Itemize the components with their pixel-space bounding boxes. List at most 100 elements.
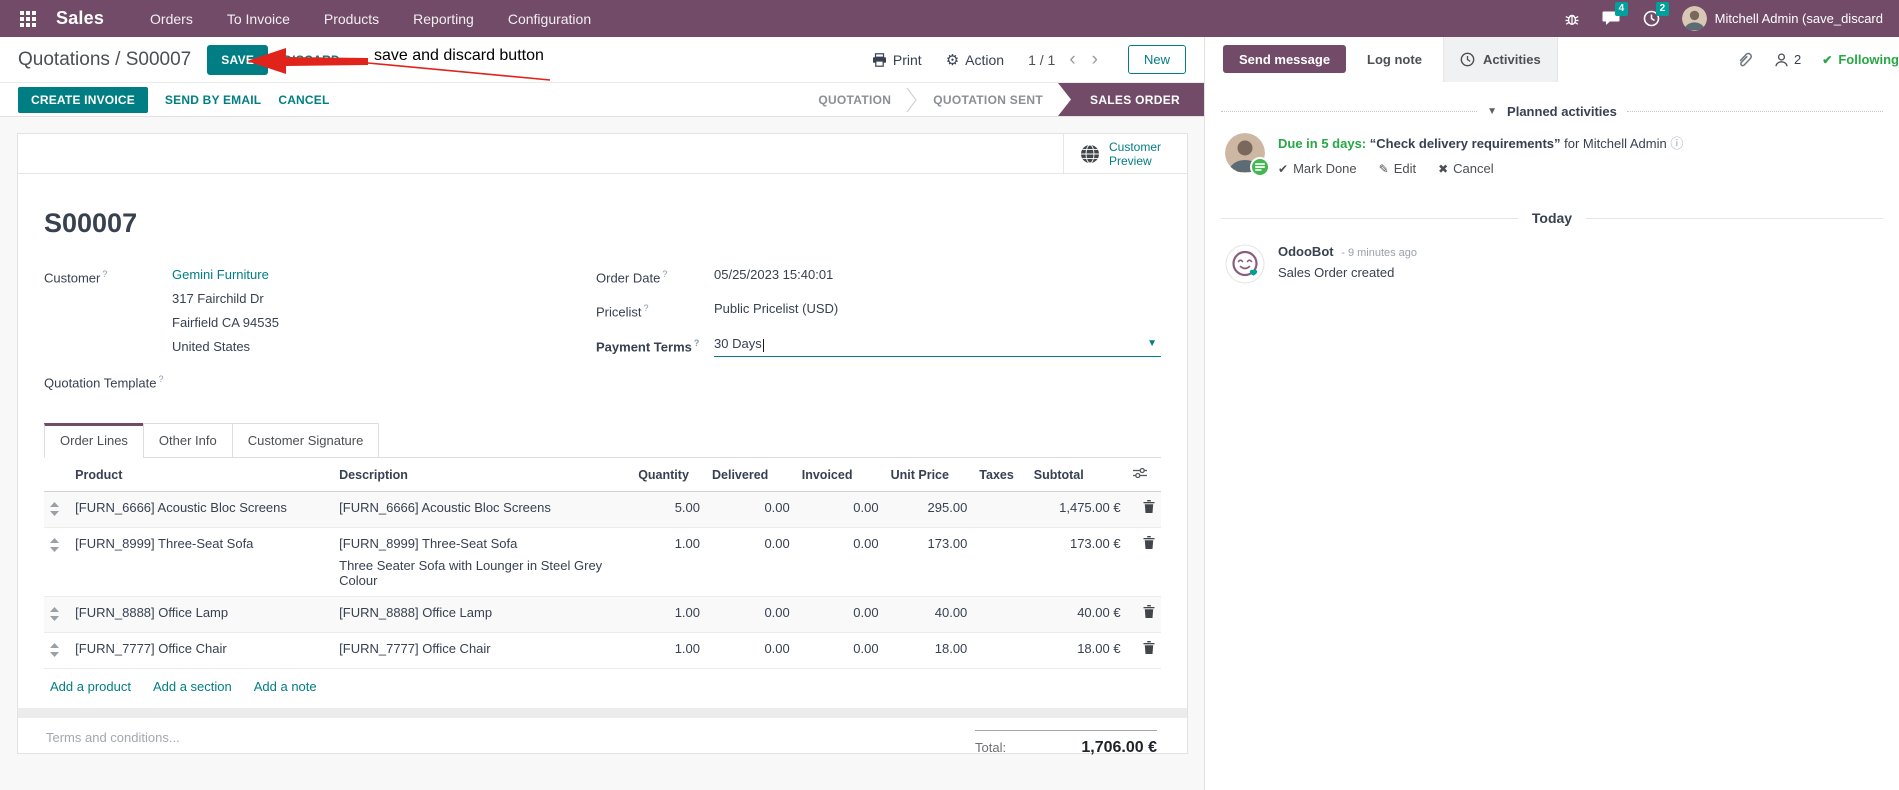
unit-price-cell[interactable]: 18.00: [885, 633, 974, 669]
table-row[interactable]: [FURN_6666] Acoustic Bloc Screens [FURN_…: [44, 491, 1161, 528]
app-name[interactable]: Sales: [56, 8, 104, 29]
delete-row-icon[interactable]: [1143, 500, 1155, 514]
attach-files-button[interactable]: [1737, 51, 1753, 68]
delete-row-icon[interactable]: [1143, 641, 1155, 655]
state-sales-order[interactable]: SALES ORDER: [1058, 83, 1204, 116]
breadcrumb[interactable]: Quotations / S00007: [18, 49, 191, 71]
delete-row-icon[interactable]: [1143, 536, 1155, 550]
delete-row-icon[interactable]: [1143, 605, 1155, 619]
tab-other-info[interactable]: Other Info: [142, 423, 233, 459]
add-a-product-link[interactable]: Add a product: [50, 679, 131, 694]
invoiced-cell[interactable]: 0.00: [796, 528, 885, 597]
description-cell[interactable]: [FURN_8888] Office Lamp: [333, 597, 632, 633]
invoiced-cell[interactable]: 0.00: [796, 633, 885, 669]
address-line-3[interactable]: United States: [172, 338, 279, 355]
cancel-button[interactable]: CANCEL: [278, 93, 329, 107]
add-a-note-link[interactable]: Add a note: [254, 679, 317, 694]
quantity-cell[interactable]: 1.00: [632, 528, 706, 597]
delivered-cell[interactable]: 0.00: [706, 597, 796, 633]
add-a-section-link[interactable]: Add a section: [153, 679, 232, 694]
delivered-cell[interactable]: 0.00: [706, 492, 796, 528]
cancel-activity-button[interactable]: ✖ Cancel: [1438, 161, 1494, 176]
print-button[interactable]: Print: [872, 52, 922, 68]
invoiced-cell[interactable]: 0.00: [796, 492, 885, 528]
activities-tab-button[interactable]: Activities: [1442, 37, 1558, 82]
payment-terms-input[interactable]: 30 Days ▼: [714, 335, 1161, 357]
unit-price-cell[interactable]: 40.00: [885, 597, 974, 633]
drag-handle-icon[interactable]: [50, 538, 59, 553]
pager-next-icon[interactable]: ›: [1090, 50, 1100, 69]
state-quotation-sent[interactable]: QUOTATION SENT: [918, 83, 1058, 116]
menu-reporting[interactable]: Reporting: [411, 7, 476, 31]
description-cell[interactable]: [FURN_7777] Office Chair: [333, 633, 632, 669]
user-menu[interactable]: Mitchell Admin (save_discard: [1681, 6, 1883, 31]
description-cell[interactable]: [FURN_8999] Three-Seat Sofa Three Seater…: [333, 528, 632, 597]
taxes-cell[interactable]: [973, 528, 1027, 597]
table-row[interactable]: [FURN_8888] Office Lamp [FURN_8888] Offi…: [44, 596, 1161, 633]
table-row[interactable]: [FURN_8999] Three-Seat Sofa [FURN_8999] …: [44, 528, 1161, 597]
quotation-template-field[interactable]: Quotation Template?: [44, 371, 596, 391]
unit-price-cell[interactable]: 173.00: [885, 528, 974, 597]
info-icon[interactable]: ⓘ: [1670, 133, 1683, 152]
action-button[interactable]: ⚙ Action: [946, 51, 1004, 69]
dropdown-caret-icon[interactable]: ▼: [1147, 335, 1161, 352]
tab-customer-signature[interactable]: Customer Signature: [231, 423, 380, 459]
edit-activity-button[interactable]: ✎ Edit: [1379, 161, 1416, 176]
description-cell[interactable]: [FURN_6666] Acoustic Bloc Screens: [333, 492, 632, 528]
product-cell[interactable]: [FURN_6666] Acoustic Bloc Screens: [69, 492, 333, 528]
help-marker: ?: [102, 269, 108, 279]
debug-bug-icon[interactable]: [1564, 11, 1580, 27]
menu-orders[interactable]: Orders: [148, 7, 195, 31]
send-by-email-button[interactable]: SEND BY EMAIL: [165, 93, 261, 107]
apps-menu-icon[interactable]: [16, 7, 40, 31]
menu-to-invoice[interactable]: To Invoice: [225, 7, 292, 31]
optional-columns-icon[interactable]: [1132, 467, 1147, 479]
followers-button[interactable]: 2: [1774, 52, 1801, 68]
menu-configuration[interactable]: Configuration: [506, 7, 593, 31]
customer-link[interactable]: Gemini Furniture: [172, 267, 269, 282]
tab-order-lines[interactable]: Order Lines: [44, 423, 144, 459]
taxes-cell[interactable]: [973, 633, 1027, 669]
menu-products[interactable]: Products: [322, 7, 381, 31]
address-line-2[interactable]: Fairfield CA 94535: [172, 314, 279, 331]
following-button[interactable]: ✔ Following: [1822, 52, 1899, 67]
invoiced-cell[interactable]: 0.00: [796, 597, 885, 633]
discard-button[interactable]: DISCARD: [283, 53, 340, 67]
new-button[interactable]: New: [1127, 45, 1186, 74]
save-button[interactable]: SAVE: [207, 44, 269, 75]
customer-label: Customer?: [44, 269, 108, 286]
drag-handle-icon[interactable]: [50, 502, 59, 517]
order-date-value[interactable]: 05/25/2023 15:40:01: [714, 266, 833, 286]
send-message-button[interactable]: Send message: [1223, 45, 1347, 73]
mark-done-button[interactable]: ✔ Mark Done: [1278, 161, 1357, 176]
state-quotation[interactable]: QUOTATION: [803, 83, 906, 116]
activities-icon-button[interactable]: 2: [1643, 2, 1670, 27]
quantity-column-header: Quantity: [632, 458, 706, 493]
table-row[interactable]: [FURN_7777] Office Chair [FURN_7777] Off…: [44, 633, 1161, 669]
message-author[interactable]: OdooBot: [1278, 244, 1334, 259]
unit-price-cell[interactable]: 295.00: [885, 492, 974, 528]
address-line-1[interactable]: 317 Fairchild Dr: [172, 290, 279, 307]
subtotal-column-header: Subtotal: [1027, 458, 1127, 493]
pricelist-value[interactable]: Public Pricelist (USD): [714, 300, 838, 320]
quantity-cell[interactable]: 1.00: [632, 597, 706, 633]
messages-icon-button[interactable]: 4: [1602, 2, 1629, 27]
x-icon: ✖: [1438, 161, 1449, 176]
product-cell[interactable]: [FURN_8888] Office Lamp: [69, 597, 333, 633]
product-cell[interactable]: [FURN_8999] Three-Seat Sofa: [69, 528, 333, 597]
terms-and-conditions-placeholder[interactable]: Terms and conditions...: [46, 730, 180, 745]
drag-handle-icon[interactable]: [50, 643, 59, 658]
taxes-cell[interactable]: [973, 597, 1027, 633]
quantity-cell[interactable]: 1.00: [632, 633, 706, 669]
taxes-cell[interactable]: [973, 492, 1027, 528]
product-cell[interactable]: [FURN_7777] Office Chair: [69, 633, 333, 669]
customer-preview-button[interactable]: Customer Preview: [1063, 134, 1187, 173]
delivered-cell[interactable]: 0.00: [706, 528, 796, 597]
planned-activities-header[interactable]: ▼ Planned activities: [1221, 104, 1884, 119]
create-invoice-button[interactable]: CREATE INVOICE: [18, 86, 148, 113]
delivered-cell[interactable]: 0.00: [706, 633, 796, 669]
log-note-button[interactable]: Log note: [1346, 37, 1443, 82]
quantity-cell[interactable]: 5.00: [632, 492, 706, 528]
pager-previous-icon[interactable]: ‹: [1067, 50, 1077, 69]
drag-handle-icon[interactable]: [50, 607, 59, 622]
